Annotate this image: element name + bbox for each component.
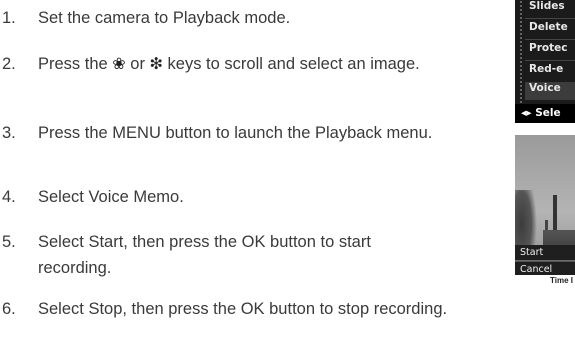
menu-divider bbox=[525, 18, 575, 19]
step-number: 4. bbox=[2, 188, 16, 206]
voice-memo-start-option: Start bbox=[515, 245, 575, 260]
menu-divider bbox=[525, 60, 575, 61]
menu-grip-dots bbox=[519, 0, 524, 104]
step-text: Set the camera to Playback mode. bbox=[38, 9, 291, 27]
step-text: Select Stop, then press the OK button to… bbox=[38, 300, 448, 318]
menu-item-protect: Protec bbox=[529, 42, 568, 54]
manual-page: { "steps": [ {"num": "1.", "text": "Set … bbox=[0, 0, 575, 338]
instruction-steps: 1. Set the camera to Playback mode. 2. P… bbox=[0, 0, 575, 338]
step-text: Press the MENU button to launch the Play… bbox=[38, 124, 433, 142]
time-caption: Time I bbox=[550, 276, 573, 285]
menu-item-slides: Slides bbox=[529, 0, 565, 12]
step-number: 2. bbox=[2, 55, 16, 73]
step-text-part: keys to scroll and select an image. bbox=[162, 55, 420, 73]
menu-footer-select: ◂▸ Sele bbox=[515, 104, 575, 123]
step-text: Press the ❀ or ❇ keys to scroll and sele… bbox=[38, 51, 443, 78]
step-text: Select Voice Memo. bbox=[38, 188, 184, 206]
right-key-icon: ❇ bbox=[149, 56, 163, 73]
step-number: 5. bbox=[2, 233, 16, 251]
left-key-icon: ❀ bbox=[112, 56, 126, 73]
step-number: 3. bbox=[2, 124, 16, 142]
step-number: 1. bbox=[2, 9, 16, 27]
step-text: Select Start, then press the OK button t… bbox=[38, 233, 371, 277]
menu-item-voice: Voice bbox=[525, 82, 575, 100]
voice-memo-screenshot: Start Cancel bbox=[515, 135, 575, 275]
menu-item-red-eye: Red-e bbox=[529, 63, 564, 75]
playback-menu-screenshot: Slides Delete Protec Red-e Voice ◂▸ Sele bbox=[515, 0, 575, 123]
menu-divider bbox=[525, 39, 575, 40]
menu-item-delete: Delete bbox=[529, 21, 568, 33]
step-text-part: Press the bbox=[38, 55, 113, 73]
step-text-part: or bbox=[125, 55, 150, 73]
voice-memo-cancel-option: Cancel bbox=[515, 261, 575, 275]
step-number: 6. bbox=[2, 300, 16, 318]
